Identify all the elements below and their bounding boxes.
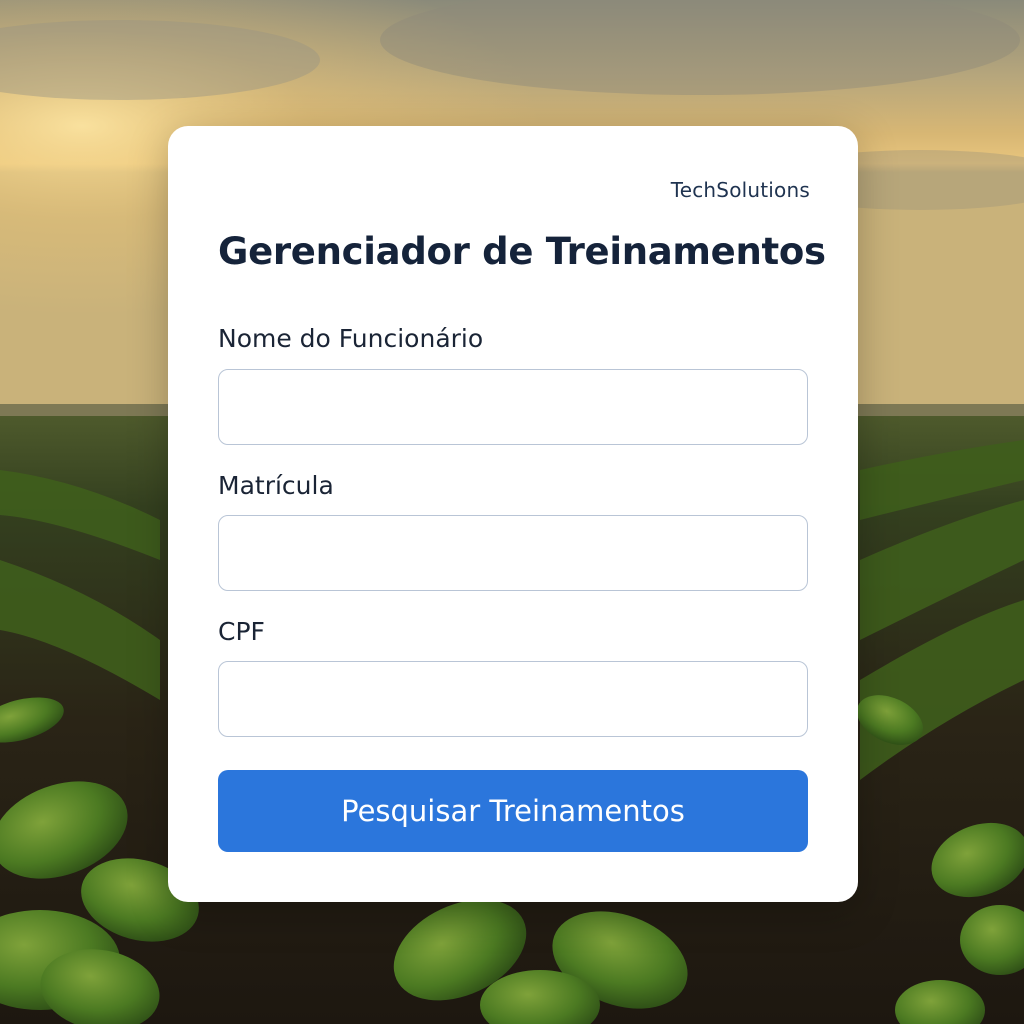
employee-name-input[interactable] — [218, 369, 808, 445]
registration-number-input[interactable] — [218, 515, 808, 591]
app-window: TechSolutions Gerenciador de Treinamento… — [0, 0, 1024, 1024]
brand-name: TechSolutions — [670, 178, 810, 202]
page-title: Gerenciador de Treinamentos — [218, 230, 826, 273]
training-search-card: TechSolutions Gerenciador de Treinamento… — [168, 126, 858, 902]
search-trainings-button[interactable]: Pesquisar Treinamentos — [218, 770, 808, 852]
cpf-input[interactable] — [218, 661, 808, 737]
cpf-label: CPF — [218, 617, 265, 646]
registration-number-label: Matrícula — [218, 471, 334, 500]
employee-name-label: Nome do Funcionário — [218, 324, 484, 353]
